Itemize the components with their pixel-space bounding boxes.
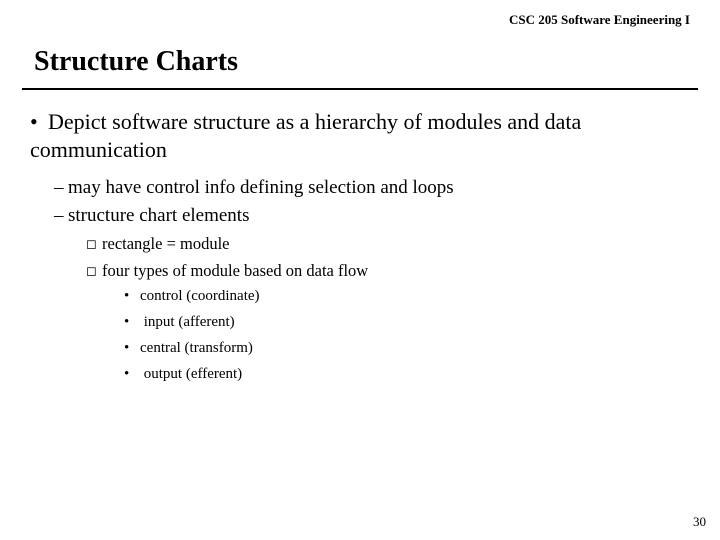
bullet-level1: •Depict software structure as a hierarch… — [28, 108, 692, 163]
bullet-level2: –may have control info defining selectio… — [54, 175, 692, 201]
bullet-level3: ◻four types of module based on data flow — [86, 259, 692, 282]
bullet-dot-icon: • — [124, 338, 140, 360]
bullet-level4: • input (afferent) — [124, 312, 692, 334]
bullet-text: central (transform) — [140, 340, 253, 356]
bullet-dot-icon: • — [124, 364, 140, 386]
bullet-level3: ◻rectangle = module — [86, 232, 692, 255]
bullet-dot-icon: • — [124, 312, 140, 334]
bullet-level2: –structure chart elements — [54, 203, 692, 229]
bullet-text: input (afferent) — [140, 314, 235, 330]
bullet-text: four types of module based on data flow — [102, 261, 368, 280]
dash-icon: – — [54, 203, 68, 229]
bullet-level4: • output (efferent) — [124, 364, 692, 386]
page-number: 30 — [693, 514, 706, 530]
bullet-text: output (efferent) — [140, 366, 242, 382]
slide-content: •Depict software structure as a hierarch… — [28, 108, 692, 385]
bullet-dot-icon: • — [124, 286, 140, 308]
dash-icon: – — [54, 175, 68, 201]
bullet-text: Depict software structure as a hierarchy… — [30, 109, 581, 162]
bullet-text: control (coordinate) — [140, 288, 260, 304]
title-rule — [22, 88, 698, 90]
square-icon: ◻ — [86, 262, 102, 280]
course-header: CSC 205 Software Engineering I — [28, 12, 692, 28]
bullet-text: rectangle = module — [102, 234, 230, 253]
bullet-level4: •central (transform) — [124, 338, 692, 360]
bullet-level4: •control (coordinate) — [124, 286, 692, 308]
bullet-text: structure chart elements — [68, 205, 249, 226]
bullet-text: may have control info defining selection… — [68, 177, 454, 198]
square-icon: ◻ — [86, 235, 102, 253]
slide-title: Structure Charts — [34, 46, 692, 78]
bullet-dot-icon: • — [30, 108, 48, 136]
